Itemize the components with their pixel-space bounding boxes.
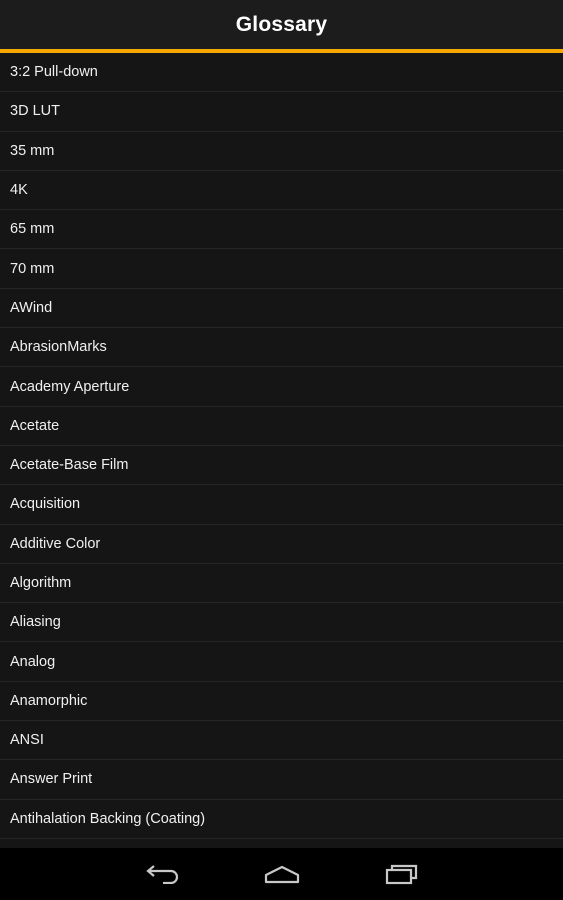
list-item[interactable]: Analog	[0, 642, 563, 682]
list-item-label: ANSI	[10, 732, 44, 749]
list-item[interactable]: Acetate-Base Film	[0, 446, 563, 486]
back-icon	[145, 864, 179, 884]
list-item[interactable]: 35 mm	[0, 132, 563, 171]
home-button[interactable]	[252, 848, 312, 900]
list-item-label: 65 mm	[10, 221, 55, 238]
list-item[interactable]: 4K	[0, 171, 563, 211]
list-item[interactable]	[0, 839, 563, 848]
list-item[interactable]: AbrasionMarks	[0, 328, 563, 368]
list-item-label: Acetate	[10, 417, 60, 434]
list-item-label: AWind	[10, 299, 53, 316]
list-item-label: Academy Aperture	[10, 378, 130, 395]
recents-button[interactable]	[372, 848, 432, 900]
list-item-label: 3D LUT	[10, 103, 60, 120]
list-item-label: 3:2 Pull-down	[10, 64, 98, 81]
glossary-list[interactable]: 3:2 Pull-down 3D LUT 35 mm 4K 65 mm 70 m…	[0, 53, 563, 848]
list-item[interactable]: 65 mm	[0, 210, 563, 250]
list-item[interactable]: Academy Aperture	[0, 367, 563, 407]
list-item[interactable]: Aliasing	[0, 603, 563, 643]
list-item[interactable]: Antihalation Backing (Coating)	[0, 800, 563, 839]
list-item-label: Analog	[10, 653, 56, 670]
list-item-label: Additive Color	[10, 535, 101, 552]
list-item-label: Anamorphic	[10, 692, 88, 709]
list-item[interactable]: AWind	[0, 289, 563, 329]
list-item-label: Antihalation Backing (Coating)	[10, 810, 206, 827]
action-bar: Glossary	[0, 0, 563, 49]
list-item[interactable]: Additive Color	[0, 525, 563, 564]
back-button[interactable]	[132, 848, 192, 900]
list-item-label: 4K	[10, 182, 28, 199]
list-item-label: 35 mm	[10, 142, 55, 159]
list-item-label: AbrasionMarks	[10, 339, 107, 356]
page-title: Glossary	[235, 12, 328, 36]
list-item-label: Aliasing	[10, 614, 61, 631]
list-item[interactable]: Algorithm	[0, 564, 563, 604]
list-item-label: Algorithm	[10, 575, 72, 591]
recents-icon	[385, 863, 419, 885]
list-item-label: Answer Print	[10, 771, 93, 788]
home-icon	[264, 864, 300, 884]
list-item[interactable]: Answer Print	[0, 760, 563, 800]
list-item-label: Acquisition	[10, 496, 81, 513]
list-item[interactable]: Acquisition	[0, 485, 563, 525]
list-item[interactable]: 3D LUT	[0, 92, 563, 132]
list-item[interactable]: 70 mm	[0, 249, 563, 289]
list-item-label: 70 mm	[10, 260, 55, 277]
list-item[interactable]: 3:2 Pull-down	[0, 53, 563, 93]
list-item[interactable]: Acetate	[0, 407, 563, 446]
list-item[interactable]: ANSI	[0, 721, 563, 761]
list-item-label: Acetate-Base Film	[10, 457, 129, 474]
glossary-screen: Glossary 3:2 Pull-down 3D LUT 35 mm 4K 6…	[0, 0, 563, 848]
list-item[interactable]: Anamorphic	[0, 682, 563, 722]
system-navigation-bar	[0, 848, 563, 900]
